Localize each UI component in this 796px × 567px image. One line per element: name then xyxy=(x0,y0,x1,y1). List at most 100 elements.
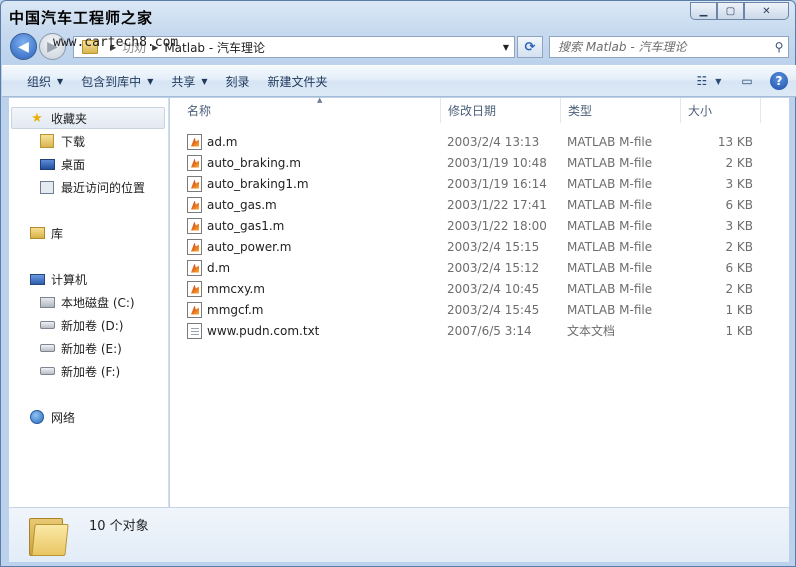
refresh-button[interactable]: ⟳ xyxy=(517,36,543,58)
include-in-library-button[interactable]: 包含到库中 ▼ xyxy=(72,69,162,93)
file-type: MATLAB M-file xyxy=(567,302,653,317)
file-row[interactable]: d.m 2003/2/4 15:12 MATLAB M-file 6 KB xyxy=(170,257,770,278)
file-row[interactable]: www.pudn.com.txt 2007/6/5 3:14 文本文档 1 KB xyxy=(170,320,770,341)
drive-icon xyxy=(39,367,55,375)
matlab-file-icon xyxy=(187,154,202,171)
nav-libraries[interactable]: 库 xyxy=(9,222,169,244)
file-name-cell: mmcxy.m xyxy=(187,278,265,299)
system-drive-icon xyxy=(39,296,55,308)
column-header-type[interactable]: 类型 xyxy=(561,98,681,123)
file-name-cell: auto_gas.m xyxy=(187,194,277,215)
chevron-down-icon: ▼ xyxy=(147,76,154,86)
nav-favorites[interactable]: ★ 收藏夹 xyxy=(11,107,165,129)
explorer-window: 中国汽车工程师之家 ▁ ▢ ✕ ◀ ▶ ▶ 功劝 ▶ Matlab - 汽车理论… xyxy=(0,0,796,567)
command-bar: 组织 ▼ 包含到库中 ▼ 共享 ▼ 刻录 新建文件夹 ☷ ▼ ▭ ? xyxy=(2,65,796,97)
chevron-down-icon: ▼ xyxy=(201,76,208,86)
nav-recent-label: 最近访问的位置 xyxy=(61,180,146,195)
file-modified: 2007/6/5 3:14 xyxy=(447,323,532,338)
file-name-cell: auto_braking1.m xyxy=(187,173,309,194)
nav-downloads[interactable]: 下载 xyxy=(9,130,169,152)
file-row[interactable]: mmgcf.m 2003/2/4 15:45 MATLAB M-file 1 KB xyxy=(170,299,770,320)
back-button[interactable]: ◀ xyxy=(10,33,37,60)
maximize-button[interactable]: ▢ xyxy=(717,2,744,20)
file-name: auto_braking1.m xyxy=(207,176,309,191)
search-input[interactable] xyxy=(558,38,770,56)
address-dropdown-button[interactable]: ▼ xyxy=(498,37,514,57)
matlab-file-icon xyxy=(187,259,202,276)
file-row[interactable]: auto_power.m 2003/2/4 15:15 MATLAB M-file 2… xyxy=(170,236,770,257)
share-button[interactable]: 共享 ▼ xyxy=(162,69,216,93)
file-name: auto_gas1.m xyxy=(207,218,285,233)
nav-drive-d-label: 新加卷 (D:) xyxy=(61,318,124,333)
file-row[interactable]: mmcxy.m 2003/2/4 10:45 MATLAB M-file 2 KB xyxy=(170,278,770,299)
nav-drive-f[interactable]: 新加卷 (F:) xyxy=(9,360,169,382)
nav-libraries-label: 库 xyxy=(51,226,64,241)
nav-desktop[interactable]: 桌面 xyxy=(9,153,169,175)
close-button[interactable]: ✕ xyxy=(744,2,789,20)
column-header-modified[interactable]: 修改日期 xyxy=(441,98,561,123)
nav-computer[interactable]: 计算机 xyxy=(9,268,169,290)
organize-button[interactable]: 组织 ▼ xyxy=(18,69,72,93)
file-type: MATLAB M-file xyxy=(567,260,653,275)
file-size: 13 KB xyxy=(717,134,753,149)
file-modified: 2003/2/4 13:13 xyxy=(447,134,540,149)
file-row[interactable]: ad.m 2003/2/4 13:13 MATLAB M-file 13 KB xyxy=(170,131,770,152)
column-size-label: 大小 xyxy=(688,104,713,118)
new-folder-button[interactable]: 新建文件夹 xyxy=(259,69,337,93)
breadcrumb-current[interactable]: Matlab - 汽车理论 xyxy=(164,39,265,56)
search-box[interactable]: ⚲ xyxy=(549,36,789,58)
view-options-button[interactable]: ☷ ▼ xyxy=(696,69,722,93)
nav-drive-c[interactable]: 本地磁盘 (C:) xyxy=(9,291,169,313)
nav-drive-f-label: 新加卷 (F:) xyxy=(61,364,121,379)
text-file-icon xyxy=(187,322,202,339)
file-name-cell: auto_braking.m xyxy=(187,152,301,173)
file-name: mmcxy.m xyxy=(207,281,265,296)
nav-recent-places[interactable]: 最近访问的位置 xyxy=(9,176,169,198)
file-list: ▲ 名称 修改日期 类型 大小 ad.m 2003/2/4 13:13 MATLAB… xyxy=(170,96,789,507)
matlab-file-icon xyxy=(187,217,202,234)
file-name-cell: mmgcf.m xyxy=(187,299,263,320)
computer-icon xyxy=(29,273,45,285)
file-size: 6 KB xyxy=(725,197,753,212)
column-type-label: 类型 xyxy=(568,104,593,118)
watermark-title: 中国汽车工程师之家 xyxy=(9,9,154,27)
nav-drive-d[interactable]: 新加卷 (D:) xyxy=(9,314,169,336)
desktop-icon xyxy=(39,158,55,170)
file-row[interactable]: auto_braking1.m 2003/1/19 16:14 MATLAB M-f… xyxy=(170,173,770,194)
burn-button[interactable]: 刻录 xyxy=(217,69,259,93)
help-button[interactable]: ? xyxy=(770,72,788,90)
column-header-size[interactable]: 大小 xyxy=(681,98,761,123)
file-size: 1 KB xyxy=(725,323,753,338)
search-icon[interactable]: ⚲ xyxy=(770,40,788,54)
file-type: MATLAB M-file xyxy=(567,197,653,212)
file-size: 2 KB xyxy=(725,155,753,170)
file-type: 文本文档 xyxy=(567,324,616,338)
file-name: mmgcf.m xyxy=(207,302,264,317)
file-type: MATLAB M-file xyxy=(567,155,653,170)
minimize-button[interactable]: ▁ xyxy=(690,2,717,20)
column-name-label: 名称 xyxy=(187,104,212,118)
file-size: 1 KB xyxy=(725,302,753,317)
file-row[interactable]: auto_gas1.m 2003/1/22 18:00 MATLAB M-file 3… xyxy=(170,215,770,236)
file-modified: 2003/2/4 15:12 xyxy=(447,260,540,275)
file-row[interactable]: auto_gas.m 2003/1/22 17:41 MATLAB M-file 6 … xyxy=(170,194,770,215)
preview-pane-button[interactable]: ▭ xyxy=(734,69,760,93)
file-type: MATLAB M-file xyxy=(567,218,653,233)
nav-network[interactable]: 网络 xyxy=(9,406,169,428)
file-type: MATLAB M-file xyxy=(567,134,653,149)
nav-drive-e[interactable]: 新加卷 (E:) xyxy=(9,337,169,359)
file-modified: 2003/1/22 17:41 xyxy=(447,197,547,212)
chevron-down-icon: ▼ xyxy=(57,76,64,86)
column-modified-label: 修改日期 xyxy=(448,104,497,118)
drive-icon xyxy=(39,321,55,329)
matlab-file-icon xyxy=(187,280,202,297)
refresh-icon: ⟳ xyxy=(524,39,536,55)
share-label: 共享 xyxy=(171,74,196,89)
column-header-name[interactable]: ▲ 名称 xyxy=(180,96,441,123)
organize-label: 组织 xyxy=(27,74,52,89)
file-name-cell: auto_gas1.m xyxy=(187,215,284,236)
file-row[interactable]: auto_braking.m 2003/1/19 10:48 MATLAB M-fi… xyxy=(170,152,770,173)
item-count: 10 个对象 xyxy=(89,519,149,534)
nav-drive-e-label: 新加卷 (E:) xyxy=(61,341,122,356)
nav-drive-c-label: 本地磁盘 (C:) xyxy=(61,295,135,310)
